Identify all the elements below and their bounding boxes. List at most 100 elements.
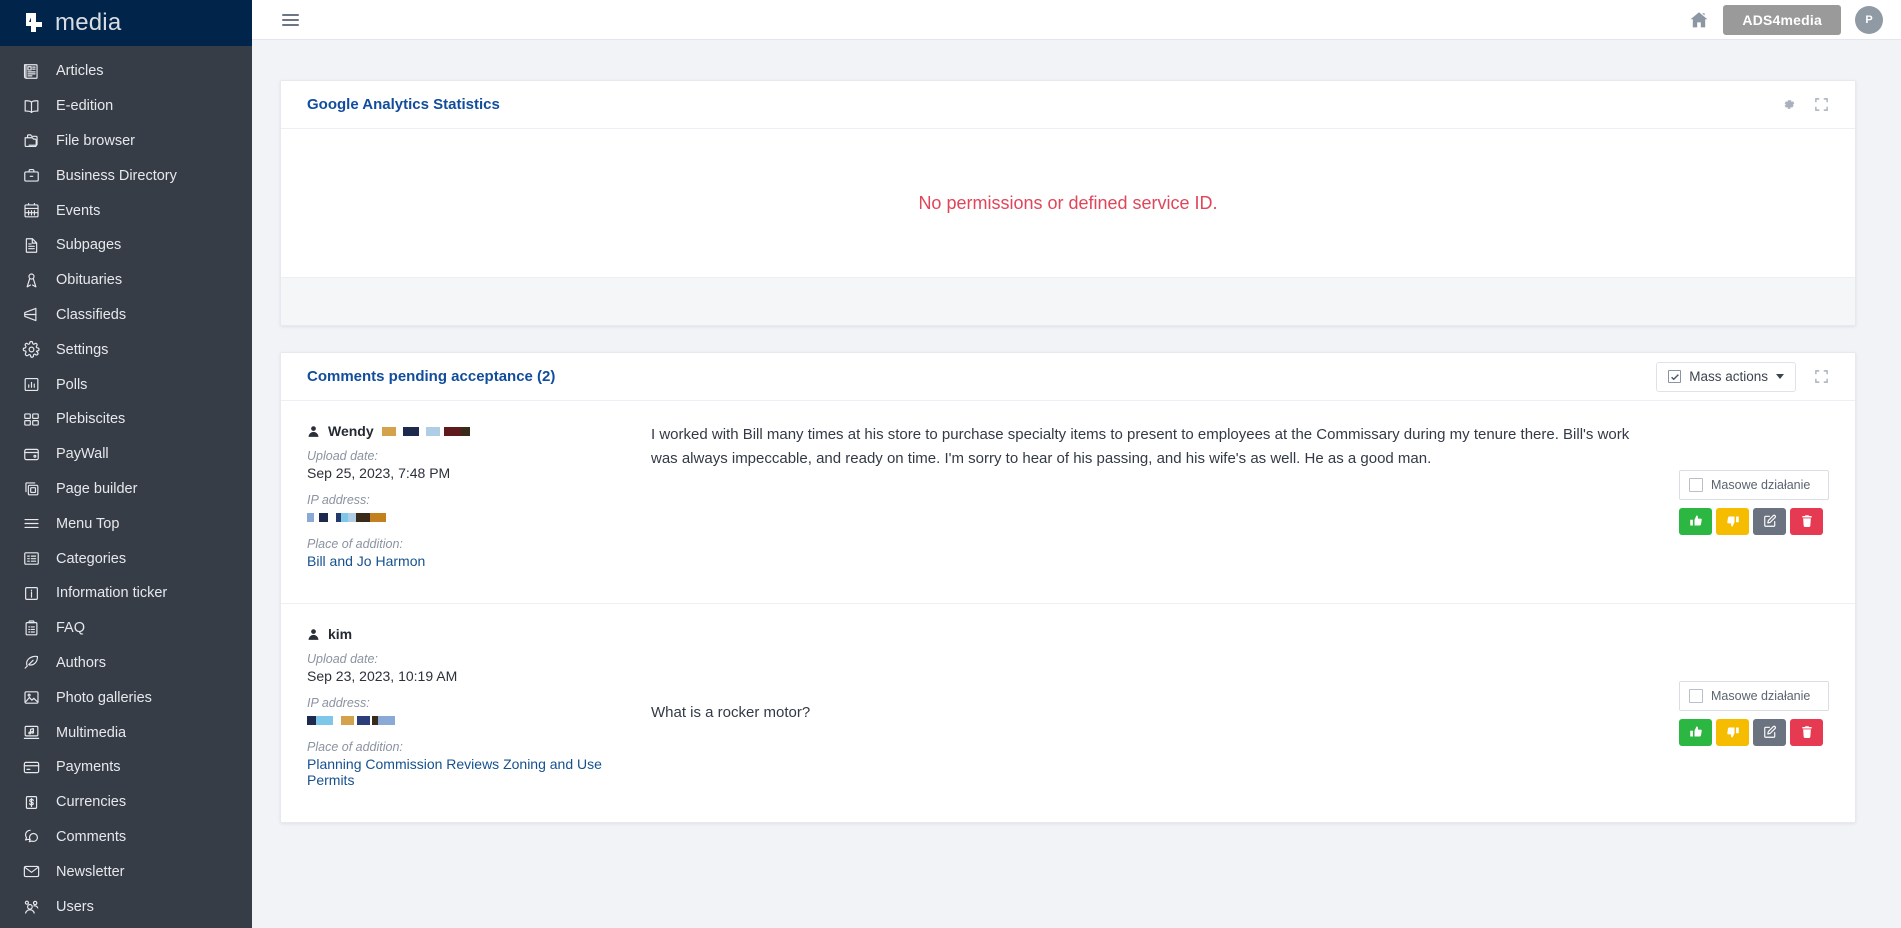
mass-action-label: Masowe działanie — [1711, 688, 1811, 703]
redacted-author-detail — [381, 426, 477, 437]
sidebar-item-label: Events — [56, 202, 101, 219]
gear-icon[interactable] — [1781, 97, 1796, 112]
comment-action-buttons — [1679, 507, 1829, 535]
folders-icon — [20, 130, 42, 152]
accept-comment-button[interactable] — [1679, 718, 1712, 746]
google-analytics-panel: Google Analytics Statistics No permissio… — [280, 80, 1856, 326]
sidebar-item-label: E-edition — [56, 98, 114, 115]
checkbox-icon — [1689, 477, 1703, 492]
brand-logo[interactable]: media — [0, 0, 252, 46]
place-of-addition-link[interactable]: Bill and Jo Harmon — [307, 553, 609, 569]
sidebar-item-polls[interactable]: Polls — [0, 367, 252, 402]
mass-action-checkbox[interactable]: Masowe działanie — [1679, 680, 1829, 711]
sidebar-item-label: Page builder — [56, 480, 138, 497]
mass-actions-button[interactable]: Mass actions — [1656, 361, 1796, 392]
sidebar-item-file-browser[interactable]: File browser — [0, 124, 252, 159]
sidebar-item-label: Articles — [56, 63, 104, 80]
ip-address-label: IP address: — [307, 493, 370, 507]
sidebar-item-payments[interactable]: Payments — [0, 750, 252, 785]
comments-pending-panel: Comments pending acceptance (2) Mass act… — [280, 352, 1856, 823]
home-icon[interactable] — [1689, 10, 1709, 30]
comments-icon — [20, 826, 42, 848]
delete-comment-button[interactable] — [1790, 507, 1823, 535]
ribbon-icon — [20, 269, 42, 291]
thumbs-up-icon — [1689, 514, 1703, 528]
sidebar-item-information-ticker[interactable]: Information ticker — [0, 576, 252, 611]
main-content: Google Analytics Statistics No permissio… — [252, 40, 1901, 928]
place-of-addition-label: Place of addition: — [307, 740, 403, 754]
sidebar-item-label: Categories — [56, 550, 127, 567]
sidebar-item-e-edition[interactable]: E-edition — [0, 89, 252, 124]
sidebar-item-label: Newsletter — [56, 863, 125, 880]
megaphone-icon — [20, 304, 42, 326]
edit-comment-button[interactable] — [1753, 507, 1786, 535]
trash-icon — [1800, 725, 1814, 739]
sidebar-item-users[interactable]: Users — [0, 889, 252, 924]
sidebar-item-subpages[interactable]: Subpages — [0, 228, 252, 263]
sidebar-item-label: Currencies — [56, 794, 127, 811]
sidebar-item-categories[interactable]: Categories — [0, 541, 252, 576]
sidebar-item-settings[interactable]: Settings — [0, 332, 252, 367]
envelope-icon — [20, 861, 42, 883]
sidebar-item-classifieds[interactable]: Classifieds — [0, 298, 252, 333]
comment-actions: Masowe działanie — [1679, 423, 1829, 581]
comments-panel-title: Comments pending acceptance (2) — [307, 368, 556, 385]
sidebar-item-newsletter[interactable]: Newsletter — [0, 854, 252, 889]
edit-comment-button[interactable] — [1753, 718, 1786, 746]
sidebar-item-label: PayWall — [56, 446, 109, 463]
accept-comment-button[interactable] — [1679, 507, 1712, 535]
sidebar-item-label: FAQ — [56, 620, 86, 637]
mass-action-label: Masowe działanie — [1711, 477, 1811, 492]
panel-header: Comments pending acceptance (2) Mass act… — [281, 353, 1855, 401]
sidebar-item-label: Business Directory — [56, 167, 177, 184]
sidebar-item-currencies[interactable]: Currencies — [0, 785, 252, 820]
comment-row: Wendy Upload date: Sep 25, 2023, 7:48 PM IP… — [281, 401, 1855, 604]
hamburger-icon[interactable] — [282, 11, 300, 29]
sidebar-item-authors[interactable]: Authors — [0, 646, 252, 681]
site-selector-chip[interactable]: ADS4media — [1723, 4, 1841, 35]
avatar[interactable]: P — [1855, 5, 1883, 34]
sidebar-item-articles[interactable]: Articles — [0, 54, 252, 89]
sidebar-item-label: Photo galleries — [56, 689, 152, 706]
thumbs-down-icon — [1726, 514, 1740, 528]
list-icon — [20, 548, 42, 570]
comment-row: kim Upload date: Sep 23, 2023, 10:19 AM IP … — [281, 604, 1855, 822]
bar-chart-icon — [20, 374, 42, 396]
sidebar-item-photo-galleries[interactable]: Photo galleries — [0, 680, 252, 715]
sidebar-item-comments[interactable]: Comments — [0, 820, 252, 855]
checkbox-checked-icon — [1668, 370, 1682, 383]
comment-meta: Wendy Upload date: Sep 25, 2023, 7:48 PM IP… — [307, 423, 625, 581]
comment-text: What is a rocker motor? — [651, 703, 811, 721]
place-of-addition-link[interactable]: Planning Commission Reviews Zoning and U… — [307, 756, 609, 788]
expand-icon[interactable] — [1814, 97, 1829, 112]
redacted-ip-address — [307, 512, 386, 523]
comment-author: kim — [307, 626, 609, 642]
sidebar-item-label: Menu Top — [56, 515, 120, 532]
comment-meta: kim Upload date: Sep 23, 2023, 10:19 AM IP … — [307, 626, 625, 800]
upload-date-label: Upload date: — [307, 652, 378, 666]
comment-author-name: Wendy — [328, 423, 374, 439]
panel-tools — [1781, 97, 1829, 112]
expand-icon[interactable] — [1814, 369, 1829, 384]
sidebar-item-paywall[interactable]: PayWall — [0, 437, 252, 472]
reject-comment-button[interactable] — [1716, 718, 1749, 746]
redacted-ip-address — [307, 715, 395, 726]
pencil-square-icon — [1763, 725, 1777, 739]
sidebar-item-label: Multimedia — [56, 724, 127, 741]
sidebar-item-label: Comments — [56, 828, 127, 845]
mass-action-checkbox[interactable]: Masowe działanie — [1679, 469, 1829, 500]
sidebar-item-business-directory[interactable]: Business Directory — [0, 158, 252, 193]
sidebar-item-menu-top[interactable]: Menu Top — [0, 506, 252, 541]
sidebar-item-plebiscites[interactable]: Plebiscites — [0, 402, 252, 437]
sidebar-item-faq[interactable]: FAQ — [0, 611, 252, 646]
panel-footer — [281, 277, 1855, 325]
delete-comment-button[interactable] — [1790, 718, 1823, 746]
sidebar-item-events[interactable]: Events — [0, 193, 252, 228]
sidebar-item-multimedia[interactable]: Multimedia — [0, 715, 252, 750]
reject-comment-button[interactable] — [1716, 507, 1749, 535]
feather-pen-icon — [20, 652, 42, 674]
thumbs-down-icon — [1726, 725, 1740, 739]
sidebar-item-obituaries[interactable]: Obituaries — [0, 263, 252, 298]
analytics-message-area: No permissions or defined service ID. — [281, 129, 1855, 277]
sidebar-item-page-builder[interactable]: Page builder — [0, 472, 252, 507]
